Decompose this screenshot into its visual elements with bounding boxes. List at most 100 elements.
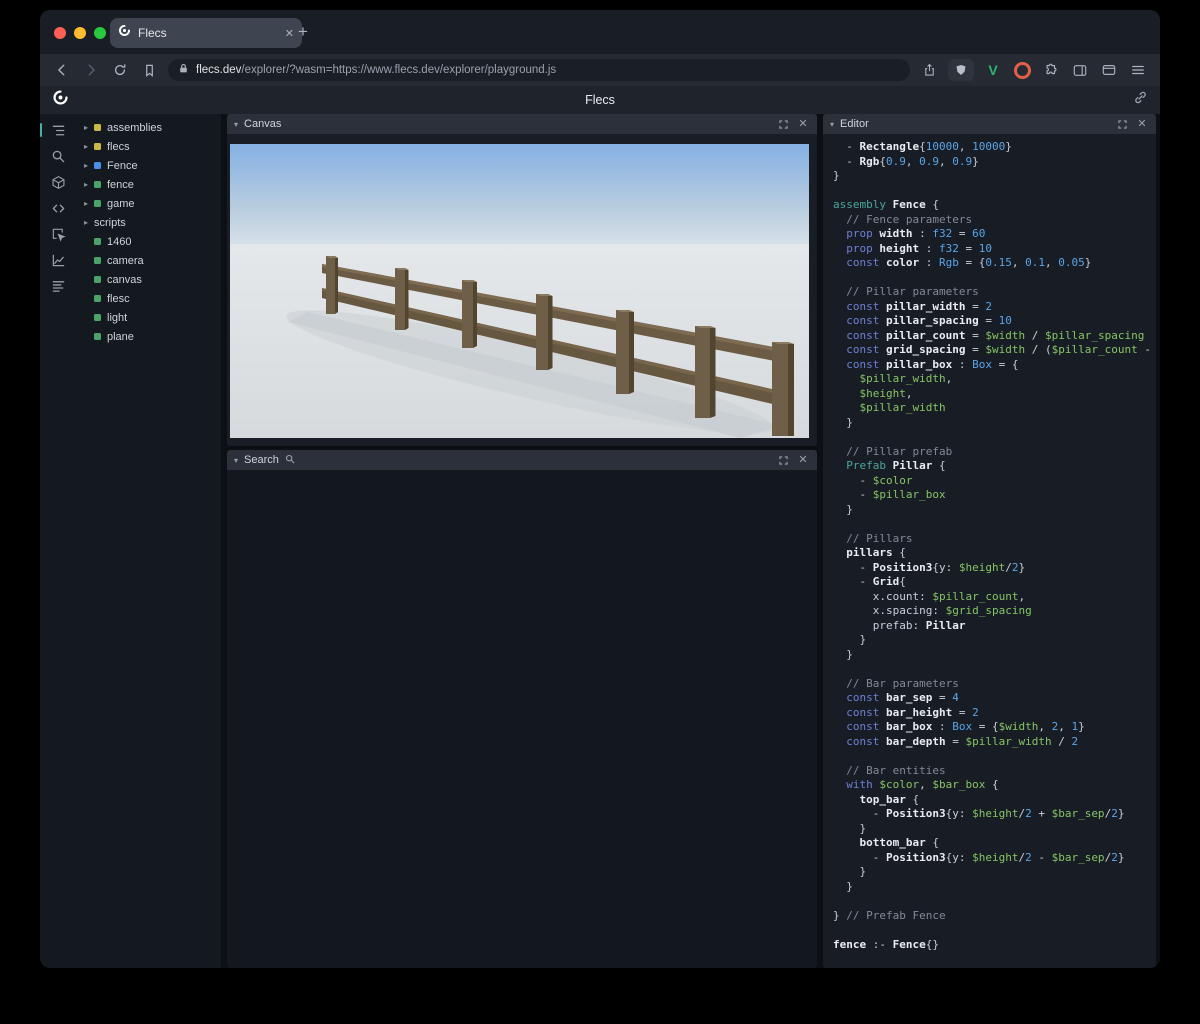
browser-window: Flecs ✕ + flecs.dev/explorer/?wasm=https… bbox=[40, 10, 1160, 968]
tree-item-canvas[interactable]: canvas bbox=[76, 270, 221, 289]
code-line: const bar_height = 2 bbox=[846, 705, 979, 719]
share-icon[interactable] bbox=[919, 60, 939, 80]
circle-extension-icon[interactable] bbox=[1012, 60, 1032, 80]
zoom-window-button[interactable] bbox=[94, 27, 106, 39]
expand-panel-icon[interactable] bbox=[1115, 117, 1129, 131]
active-indicator bbox=[40, 123, 42, 137]
code-line: // Bar entities bbox=[833, 763, 946, 777]
canvas-panel-header: ▾ Canvas ✕ bbox=[227, 114, 817, 134]
expand-panel-icon[interactable] bbox=[776, 453, 790, 467]
wallet-icon[interactable] bbox=[1099, 60, 1119, 80]
code-line: - Position3{y: $height/2 + $bar_sep/2} bbox=[833, 807, 1125, 820]
collapse-chevron-icon[interactable]: ▾ bbox=[234, 120, 238, 129]
tree-item-label: flesc bbox=[107, 292, 130, 305]
entity-color-square bbox=[94, 276, 101, 283]
code-line: } bbox=[833, 415, 853, 429]
tree-item-label: light bbox=[107, 311, 128, 324]
entity-color-square bbox=[94, 162, 101, 169]
code-line: prefab: Pillar bbox=[833, 618, 966, 632]
bookmark-icon[interactable] bbox=[139, 60, 159, 80]
url-bar[interactable]: flecs.dev/explorer/?wasm=https://www.fle… bbox=[168, 59, 910, 81]
code-line: - $color bbox=[833, 473, 913, 487]
close-panel-icon[interactable]: ✕ bbox=[796, 117, 810, 131]
code-line: const grid_spacing = $width / ($pillar_c… bbox=[846, 343, 1156, 356]
code-line: const bar_sep = 4 bbox=[846, 691, 959, 704]
code-line: - Position3{y: $height/2} bbox=[833, 560, 1026, 574]
v-extension-icon[interactable]: V bbox=[983, 60, 1003, 80]
close-panel-icon[interactable]: ✕ bbox=[1135, 117, 1149, 131]
tree-chevron-icon: ▸ bbox=[84, 123, 89, 132]
inspect-icon[interactable] bbox=[45, 226, 71, 242]
code-line: } // Prefab Fence bbox=[833, 908, 946, 922]
code-line: - Rectangle{10000, 10000} bbox=[833, 140, 1012, 153]
tree-item-light[interactable]: light bbox=[76, 308, 221, 327]
extensions-puzzle-icon[interactable] bbox=[1041, 60, 1061, 80]
code-editor[interactable]: - Rectangle{10000, 10000} - Rgb{0.9, 0.9… bbox=[823, 134, 1156, 968]
tree-item-1460[interactable]: 1460 bbox=[76, 232, 221, 251]
entity-color-square bbox=[94, 181, 101, 188]
tree-item-label: assemblies bbox=[107, 121, 163, 134]
search-icon[interactable] bbox=[45, 148, 71, 164]
editor-panel-header: ▾ Editor ✕ bbox=[823, 114, 1156, 134]
new-tab-button[interactable]: + bbox=[298, 22, 308, 42]
tree-item-plane[interactable]: plane bbox=[76, 327, 221, 346]
chart-icon[interactable] bbox=[45, 252, 71, 268]
3d-viewport[interactable] bbox=[230, 144, 809, 438]
search-panel-header: ▾ Search ✕ bbox=[227, 450, 817, 470]
editor-panel: ▾ Editor ✕ - Rectangle{10000, 10000} - R… bbox=[823, 114, 1156, 968]
code-line: const pillar_box : Box = { bbox=[846, 357, 1019, 371]
tree-item-label: plane bbox=[107, 330, 134, 343]
entity-color-square bbox=[94, 143, 101, 150]
code-line: - Grid{ bbox=[833, 575, 906, 588]
entity-color-square bbox=[94, 333, 101, 340]
minimize-window-button[interactable] bbox=[74, 27, 86, 39]
tree-item-label: flecs bbox=[107, 140, 130, 153]
code-line: $pillar_width, bbox=[859, 372, 953, 385]
code-line: const pillar_count = $width / $pillar_sp… bbox=[846, 328, 1145, 342]
tree-item-flesc[interactable]: flesc bbox=[76, 289, 221, 308]
reload-button[interactable] bbox=[110, 60, 130, 80]
stats-icon[interactable] bbox=[45, 278, 71, 294]
sidebar-toggle-icon[interactable] bbox=[1070, 60, 1090, 80]
tree-item-game[interactable]: ▸ game bbox=[76, 194, 221, 213]
tree-item-scripts[interactable]: ▸ scripts bbox=[76, 213, 221, 232]
search-panel-body[interactable] bbox=[227, 470, 817, 968]
code-line: } bbox=[833, 879, 853, 893]
collapse-chevron-icon[interactable]: ▾ bbox=[830, 120, 834, 129]
code-line: x.count: $pillar_count, bbox=[833, 589, 1026, 603]
browser-tab[interactable]: Flecs ✕ bbox=[110, 18, 302, 48]
code-line: // Pillars bbox=[833, 531, 913, 545]
tree-icon[interactable] bbox=[40, 122, 71, 138]
close-window-button[interactable] bbox=[54, 27, 66, 39]
tree-chevron-icon: ▸ bbox=[84, 142, 89, 151]
code-icon[interactable] bbox=[45, 200, 71, 216]
tree-item-Fence[interactable]: ▸ Fence bbox=[76, 156, 221, 175]
entity-tree-panel: ▸ assemblies ▸ flecs ▸ Fence ▸ fence ▸ game ▸ scrip… bbox=[76, 114, 221, 968]
tree-chevron-icon: ▸ bbox=[84, 161, 89, 170]
forward-button[interactable] bbox=[81, 60, 101, 80]
expand-panel-icon[interactable] bbox=[776, 117, 790, 131]
tree-item-assemblies[interactable]: ▸ assemblies bbox=[76, 118, 221, 137]
code-line: Prefab Pillar { bbox=[846, 459, 946, 472]
url-host: flecs.dev bbox=[196, 64, 242, 76]
tab-close-icon[interactable]: ✕ bbox=[285, 27, 294, 40]
collapse-chevron-icon[interactable]: ▾ bbox=[234, 456, 238, 465]
tree-item-label: fence bbox=[107, 178, 134, 191]
shield-icon[interactable] bbox=[948, 59, 974, 81]
code-line: x.spacing: $grid_spacing bbox=[833, 604, 1032, 617]
cube-icon[interactable] bbox=[45, 174, 71, 190]
share-link-icon[interactable] bbox=[1133, 90, 1148, 110]
code-line: const color : Rgb = {0.15, 0.1, 0.05} bbox=[846, 256, 1092, 269]
back-button[interactable] bbox=[52, 60, 72, 80]
page-title: Flecs bbox=[585, 93, 615, 107]
menu-icon[interactable] bbox=[1128, 60, 1148, 80]
tree-item-flecs[interactable]: ▸ flecs bbox=[76, 137, 221, 156]
window-controls bbox=[54, 27, 106, 39]
code-line: } bbox=[833, 865, 867, 878]
tree-item-fence[interactable]: ▸ fence bbox=[76, 175, 221, 194]
close-panel-icon[interactable]: ✕ bbox=[796, 453, 810, 467]
tree-item-camera[interactable]: camera bbox=[76, 251, 221, 270]
